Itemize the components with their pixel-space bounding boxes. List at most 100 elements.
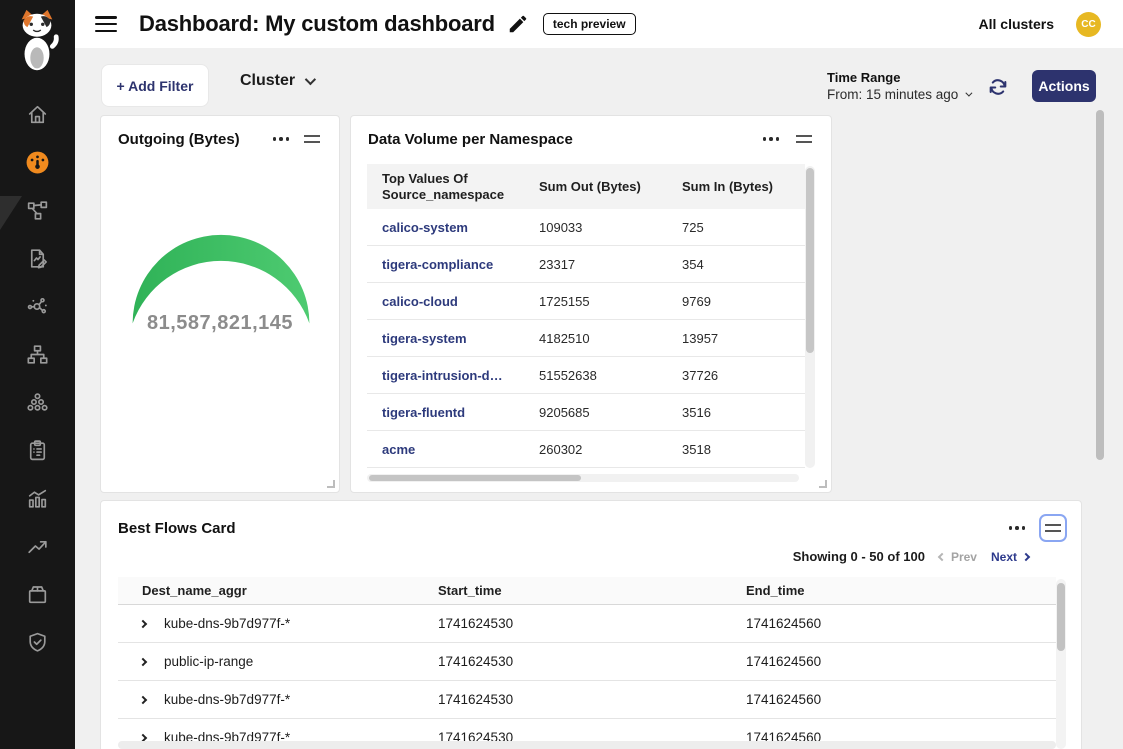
document-edit-icon	[25, 246, 50, 271]
bar-chart-icon	[25, 486, 50, 511]
namespace-link[interactable]: tigera-system	[382, 331, 467, 346]
more-options-icon[interactable]	[1005, 522, 1030, 534]
table-row: tigera-fluentd 9205685 3516	[367, 394, 805, 431]
next-label: Next	[991, 550, 1017, 564]
dest-name: kube-dns-9b7d977f-*	[164, 692, 290, 707]
sidebar-item-trends[interactable]	[0, 526, 75, 566]
end-time: 1741624560	[746, 692, 1056, 707]
drag-handle-icon[interactable]	[793, 130, 815, 148]
sum-in-value: 725	[667, 220, 805, 235]
sidebar-item-network-sets[interactable]	[0, 286, 75, 326]
cluster-filter-dropdown[interactable]: Cluster	[240, 72, 313, 90]
sidebar-item-service-graph[interactable]	[0, 190, 75, 230]
namespace-link[interactable]: calico-cloud	[382, 294, 458, 309]
resize-handle[interactable]	[819, 480, 827, 488]
start-time: 1741624530	[438, 692, 746, 707]
table-row: acme 260302 3518	[367, 431, 805, 468]
sum-in-value: 37726	[667, 368, 805, 383]
sidebar-item-reports[interactable]	[0, 478, 75, 518]
time-range-selector[interactable]: Time Range From: 15 minutes ago	[827, 70, 970, 102]
column-header: End_time	[746, 583, 1056, 598]
table-row: kube-dns-9b7d977f-* 1741624530 174162456…	[118, 605, 1056, 643]
end-time: 1741624560	[746, 654, 1056, 669]
sum-in-value: 354	[667, 257, 805, 272]
sum-out-value: 23317	[524, 257, 667, 272]
card-title: Outgoing (Bytes)	[118, 131, 240, 148]
flows-table: Dest_name_aggr Start_time End_time kube-…	[118, 577, 1056, 749]
more-options-icon[interactable]	[269, 133, 294, 145]
table-header-row: Top Values Of Source_namespace Sum Out (…	[367, 164, 805, 209]
column-header: Top Values Of Source_namespace	[367, 171, 524, 202]
sum-out-value: 109033	[524, 220, 667, 235]
prev-label: Prev	[951, 550, 977, 564]
table-row: kube-dns-9b7d977f-* 1741624530 174162456…	[118, 681, 1056, 719]
namespace-link[interactable]: tigera-intrusion-d…	[382, 368, 503, 383]
trending-up-icon	[25, 534, 50, 559]
refresh-icon	[987, 76, 1009, 98]
column-header: Sum Out (Bytes)	[524, 179, 667, 195]
calico-logo[interactable]	[14, 8, 60, 74]
sidebar-item-dashboards[interactable]	[0, 142, 75, 182]
shield-check-icon	[25, 630, 50, 655]
expand-row-icon[interactable]	[140, 694, 152, 706]
page-title: Dashboard: My custom dashboard	[139, 11, 495, 37]
drag-handle-icon[interactable]	[301, 130, 323, 148]
table-row: tigera-system 4182510 13957	[367, 320, 805, 357]
pagination-status: Showing 0 - 50 of 100	[793, 549, 925, 564]
page-scrollbar[interactable]	[1096, 110, 1104, 460]
top-header: Dashboard: My custom dashboard tech prev…	[75, 0, 1123, 48]
card-title: Data Volume per Namespace	[368, 131, 573, 148]
add-filter-button[interactable]: + Add Filter	[101, 64, 209, 107]
data-volume-card: Data Volume per Namespace Top Values Of …	[350, 115, 832, 493]
column-header: Sum In (Bytes)	[667, 179, 805, 195]
sum-out-value: 1725155	[524, 294, 667, 309]
cluster-scope-selector[interactable]: All clusters	[979, 16, 1054, 32]
dashboard-gauge-icon	[25, 150, 50, 175]
hamburger-menu-icon[interactable]	[93, 13, 119, 35]
start-time: 1741624530	[438, 654, 746, 669]
sidebar-item-policies[interactable]	[0, 430, 75, 470]
table-row: calico-cloud 1725155 9769	[367, 283, 805, 320]
calico-cat-logo-image	[14, 8, 60, 71]
pagination: Showing 0 - 50 of 100 Prev Next	[793, 549, 1029, 564]
sidebar-item-flow-visualizations[interactable]	[0, 238, 75, 278]
drag-handle-icon[interactable]	[1039, 514, 1067, 542]
service-graph-icon	[25, 198, 50, 223]
horizontal-scrollbar[interactable]	[367, 474, 799, 482]
sidebar-item-inventory[interactable]	[0, 574, 75, 614]
sidebar-item-home[interactable]	[0, 94, 75, 134]
sidebar-item-cluster-hierarchy[interactable]	[0, 334, 75, 374]
pencil-icon	[507, 13, 529, 35]
sidebar-item-endpoints[interactable]	[0, 382, 75, 422]
prev-page-button[interactable]: Prev	[939, 550, 977, 564]
clipboard-icon	[25, 438, 50, 463]
circle-cluster-icon	[25, 390, 50, 415]
sum-out-value: 51552638	[524, 368, 667, 383]
sum-in-value: 13957	[667, 331, 805, 346]
table-header-row: Dest_name_aggr Start_time End_time	[118, 577, 1056, 605]
sidebar-item-security[interactable]	[0, 622, 75, 662]
expand-row-icon[interactable]	[140, 656, 152, 668]
chevron-down-icon	[305, 74, 316, 85]
namespace-link[interactable]: tigera-fluentd	[382, 405, 465, 420]
expand-row-icon[interactable]	[140, 618, 152, 630]
actions-button[interactable]: Actions	[1032, 70, 1096, 102]
horizontal-scrollbar[interactable]	[118, 741, 1056, 749]
time-range-value: From: 15 minutes ago	[827, 87, 958, 102]
avatar[interactable]: CC	[1076, 12, 1101, 37]
dest-name: kube-dns-9b7d977f-*	[164, 616, 290, 631]
vertical-scrollbar[interactable]	[1056, 579, 1066, 749]
resize-handle[interactable]	[327, 480, 335, 488]
table-row: tigera-intrusion-d… 51552638 37726	[367, 357, 805, 394]
sitemap-icon	[25, 342, 50, 367]
vertical-scrollbar[interactable]	[805, 166, 815, 468]
namespace-link[interactable]: tigera-compliance	[382, 257, 493, 272]
home-icon	[25, 102, 50, 127]
namespace-link[interactable]: acme	[382, 442, 415, 457]
refresh-button[interactable]	[987, 76, 1009, 98]
namespace-link[interactable]: calico-system	[382, 220, 468, 235]
dest-name: public-ip-range	[164, 654, 253, 669]
next-page-button[interactable]: Next	[991, 550, 1029, 564]
more-options-icon[interactable]	[759, 133, 784, 145]
edit-dashboard-button[interactable]	[507, 13, 529, 35]
